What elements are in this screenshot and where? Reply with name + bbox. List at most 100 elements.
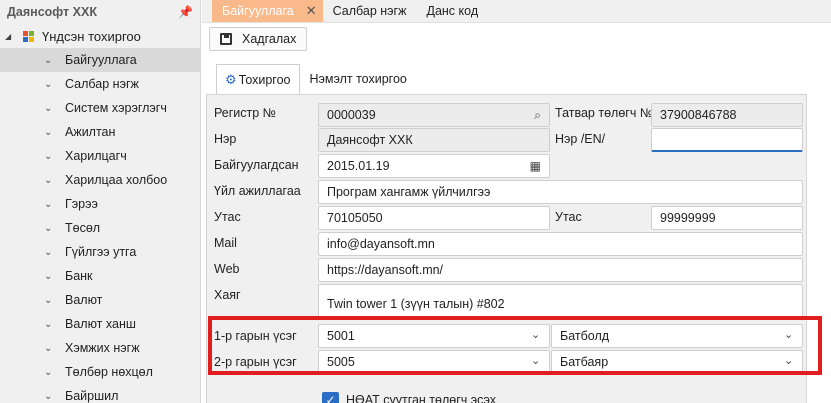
register-field[interactable]: 0000039 ⌕	[318, 103, 550, 127]
chevron-down-icon: ⌄	[44, 150, 53, 162]
chevron-down-icon: ⌄	[531, 355, 541, 367]
mail-value: info@dayansoft.mn	[327, 237, 435, 251]
signature1-name-select[interactable]: Батболд ⌄	[551, 324, 803, 348]
gear-icon: ⚙	[225, 71, 237, 87]
signature2-code: 5005	[327, 355, 355, 369]
chevron-down-icon: ⌄	[44, 390, 53, 402]
sidebar-item-label: Банк	[65, 269, 93, 283]
address-field[interactable]: Twin tower 1 (зүүн талын) #802	[318, 284, 803, 318]
tab-account-code[interactable]: Данс код	[416, 0, 488, 22]
chevron-down-icon: ⌄	[44, 294, 53, 306]
pin-icon[interactable]: 📌	[178, 5, 193, 19]
web-label: Web	[214, 262, 240, 276]
name-label: Нэр	[214, 132, 237, 146]
signature1-code-select[interactable]: 5001 ⌄	[318, 324, 550, 348]
sidebar-item-payment-terms[interactable]: ⌄ Төлбөр нөхцөл	[0, 360, 200, 384]
toolbar: Хадгалах	[202, 23, 831, 55]
sidebar-item-label: Гүйлгээ утга	[65, 245, 137, 259]
sidebar-item-label: Харилцагч	[65, 149, 127, 163]
taxpayer-value: 37900846788	[660, 108, 737, 122]
taxpayer-label: Татвар төлөгч №	[555, 106, 654, 120]
sidebar-item-project[interactable]: ⌄ Төсөл	[0, 216, 200, 240]
tab-organization[interactable]: Байгууллага ✕	[212, 0, 323, 22]
sidebar-item-customer[interactable]: ⌄ Харилцагч	[0, 144, 200, 168]
phone2-label: Утас	[555, 210, 582, 224]
tab-branch[interactable]: Салбар нэгж	[323, 0, 417, 22]
sidebar-item-label: Валют	[65, 293, 103, 307]
register-value: 0000039	[327, 108, 376, 122]
sidebar-item-exchange-rate[interactable]: ⌄ Валют ханш	[0, 312, 200, 336]
tab-settings[interactable]: ⚙ Тохиргоо	[216, 64, 300, 94]
sidebar-item-location[interactable]: ⌄ Байршил	[0, 384, 200, 403]
sidebar-item-branch[interactable]: ⌄ Салбар нэгж	[0, 72, 200, 96]
tab-label: Салбар нэгж	[332, 4, 407, 18]
sidebar-header: Даянсофт ХХК 📌	[0, 0, 200, 24]
name-en-input[interactable]	[651, 128, 803, 152]
sidebar-item-label: Валют ханш	[65, 317, 136, 331]
sidebar-item-organization[interactable]: ⌄ Байгууллага	[0, 48, 200, 72]
name-value: Даянсофт ХХК	[327, 133, 413, 147]
sidebar-item-label: Салбар нэгж	[65, 77, 139, 91]
chevron-down-icon: ⌄	[44, 78, 53, 90]
chevron-down-icon: ⌄	[44, 366, 53, 378]
phone-value: 70105050	[327, 211, 383, 225]
sidebar-item-label: Харилцаа холбоо	[65, 173, 168, 187]
sidebar-item-label: Байгууллага	[65, 53, 137, 67]
mail-field[interactable]: info@dayansoft.mn	[318, 232, 803, 256]
save-button-label: Хадгалах	[242, 32, 297, 46]
phone2-field[interactable]: 99999999	[651, 206, 803, 230]
founded-date-field[interactable]: 2015.01.19 ▦	[318, 154, 550, 178]
tab-additional-settings[interactable]: Нэмэлт тохиргоо	[300, 64, 417, 94]
tab-label: Тохиргоо	[238, 72, 291, 87]
save-button[interactable]: Хадгалах	[209, 27, 308, 51]
document-tabbar: Байгууллага ✕ Салбар нэгж Данс код	[202, 0, 831, 23]
sidebar-item-bank[interactable]: ⌄ Банк	[0, 264, 200, 288]
name-field[interactable]: Даянсофт ХХК	[318, 128, 550, 152]
activity-field[interactable]: Програм хангамж үйлчилгээ	[318, 180, 803, 204]
sidebar-item-contract[interactable]: ⌄ Гэрээ	[0, 192, 200, 216]
sidebar-item-label: Байршил	[65, 389, 119, 403]
chevron-down-icon: ⌄	[44, 318, 53, 330]
sidebar-item-label: Систем хэрэглэгч	[65, 101, 167, 115]
sidebar-item-unit[interactable]: ⌄ Хэмжих нэгж	[0, 336, 200, 360]
vat-checkbox[interactable]: ✓	[322, 392, 339, 403]
close-icon[interactable]: ✕	[306, 3, 317, 19]
chevron-down-icon: ⌄	[44, 174, 53, 186]
sidebar-item-system-user[interactable]: ⌄ Систем хэрэглэгч	[0, 96, 200, 120]
chevron-down-icon: ⌄	[44, 126, 53, 138]
signature2-code-select[interactable]: 5005 ⌄	[318, 350, 550, 374]
chevron-down-icon: ⌄	[44, 222, 53, 234]
search-icon[interactable]: ⌕	[534, 108, 541, 123]
sidebar-title: Даянсофт ХХК	[7, 5, 97, 19]
vat-label: НӨАТ суутган төлөгч эсэх	[346, 393, 497, 403]
save-disk-icon	[220, 33, 232, 45]
sidebar-item-label: Төлбөр нөхцөл	[65, 365, 153, 379]
tab-label: Нэмэлт тохиргоо	[309, 72, 407, 86]
activity-value: Програм хангамж үйлчилгээ	[327, 185, 491, 199]
phone-label: Утас	[214, 210, 241, 224]
sidebar-item-currency[interactable]: ⌄ Валют	[0, 288, 200, 312]
collapse-triangle-icon[interactable]: ◢	[5, 32, 17, 41]
chevron-down-icon: ⌄	[784, 355, 794, 367]
sidebar-item-label: Гэрээ	[65, 197, 98, 211]
tree-root-label: Үндсэн тохиргоо	[42, 28, 141, 44]
sidebar-item-employee[interactable]: ⌄ Ажилтан	[0, 120, 200, 144]
chevron-down-icon: ⌄	[44, 54, 53, 66]
signature2-name-select[interactable]: Батбаяр ⌄	[551, 350, 803, 374]
sidebar-item-label: Төсөл	[65, 221, 101, 235]
signature1-name: Батболд	[560, 329, 610, 343]
settings-panel: Регистр № 0000039 ⌕ Татвар төлөгч № 3790…	[206, 94, 807, 403]
tree-root[interactable]: ◢ Үндсэн тохиргоо	[0, 24, 200, 48]
web-field[interactable]: https://dayansoft.mn/	[318, 258, 803, 282]
tab-label: Байгууллага	[222, 4, 294, 18]
taxpayer-field[interactable]: 37900846788	[651, 103, 803, 127]
phone-field[interactable]: 70105050	[318, 206, 550, 230]
register-label: Регистр №	[214, 106, 277, 120]
sidebar-item-contact[interactable]: ⌄ Харилцаа холбоо	[0, 168, 200, 192]
signature1-label: 1-р гарын үсэг	[214, 329, 297, 343]
main-area: Байгууллага ✕ Салбар нэгж Данс код Хадга…	[202, 0, 831, 403]
sidebar-item-transaction-type[interactable]: ⌄ Гүйлгээ утга	[0, 240, 200, 264]
chevron-down-icon: ⌄	[44, 270, 53, 282]
signature1-code: 5001	[327, 329, 355, 343]
calendar-icon[interactable]: ▦	[530, 159, 541, 173]
